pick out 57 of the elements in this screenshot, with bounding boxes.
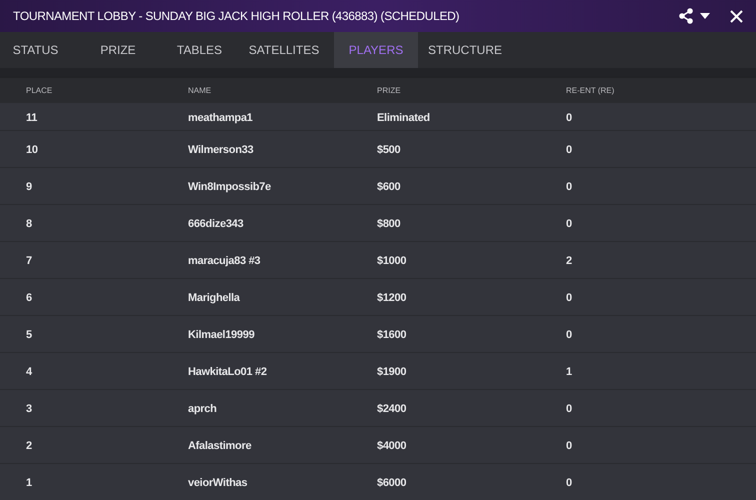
tab[interactable]: TABLES: [165, 32, 234, 68]
table-cell: Wilmerson33: [188, 144, 254, 156]
table-cell: 7: [26, 255, 32, 267]
column-header: NAME: [188, 86, 212, 94]
table-cell: $1200: [377, 292, 406, 304]
caret-icon[interactable]: [700, 13, 710, 19]
table-cell: 0: [566, 144, 572, 156]
table-cell: Marighella: [188, 292, 240, 304]
table-cell: 0: [566, 403, 572, 415]
table-cell: 0: [566, 329, 572, 341]
table-cell: 4: [26, 366, 32, 378]
table-cell: 0: [566, 477, 572, 489]
column-header: PRIZE: [377, 86, 401, 94]
table-cell: 2: [566, 255, 572, 267]
table-cell: $6000: [377, 477, 406, 489]
table-cell: $600: [377, 181, 400, 193]
table-cell: $1000: [377, 255, 406, 267]
table-cell: HawkitaLo01 #2: [188, 366, 267, 378]
table-cell: 0: [566, 181, 572, 193]
table-cell: 0: [566, 440, 572, 452]
share-icon[interactable]: [678, 8, 694, 24]
table-cell: 0: [566, 218, 572, 230]
table-cell: 11: [26, 112, 38, 124]
table-cell: Eliminated: [377, 112, 430, 124]
table-cell: aprch: [188, 403, 217, 415]
table-cell: 1: [566, 366, 572, 378]
table-cell: 6: [26, 292, 32, 304]
table-cell: 666dize343: [188, 218, 244, 230]
table-cell: $1900: [377, 366, 406, 378]
tab[interactable]: STRUCTURE: [418, 32, 508, 68]
table-cell: Win8Impossib7e: [188, 181, 271, 193]
table-cell: 5: [26, 329, 32, 341]
column-header: PLACE: [26, 86, 52, 94]
table-cell: $2400: [377, 403, 406, 415]
table-cell: 2: [26, 440, 32, 452]
tab[interactable]: PRIZE: [71, 32, 165, 68]
table-cell: meathampa1: [188, 112, 253, 124]
table-cell: maracuja83 #3: [188, 255, 260, 267]
table-cell: $4000: [377, 440, 406, 452]
table-cell: 0: [566, 292, 572, 304]
table-cell: 10: [26, 144, 38, 156]
table-cell: $800: [377, 218, 400, 230]
close-icon[interactable]: [730, 10, 743, 22]
tab[interactable]: SATELLITES: [234, 32, 334, 68]
table-cell: 8: [26, 218, 32, 230]
column-header: RE-ENT (RE): [566, 86, 614, 94]
window-title: TOURNAMENT LOBBY - SUNDAY BIG JACK HIGH ROLLER (436883) (SCHEDULED): [13, 8, 460, 25]
tab[interactable]: STATUS: [0, 32, 71, 68]
table-cell: 3: [26, 403, 32, 415]
table-cell: $1600: [377, 329, 406, 341]
table-cell: veiorWithas: [188, 477, 248, 489]
table-cell: Kilmael19999: [188, 329, 254, 341]
table-cell: 0: [566, 112, 572, 124]
table-cell: Afalastimore: [188, 440, 252, 452]
table-cell: 1: [26, 477, 32, 489]
table-cell: $500: [377, 144, 400, 156]
table-cell: 9: [26, 181, 32, 193]
